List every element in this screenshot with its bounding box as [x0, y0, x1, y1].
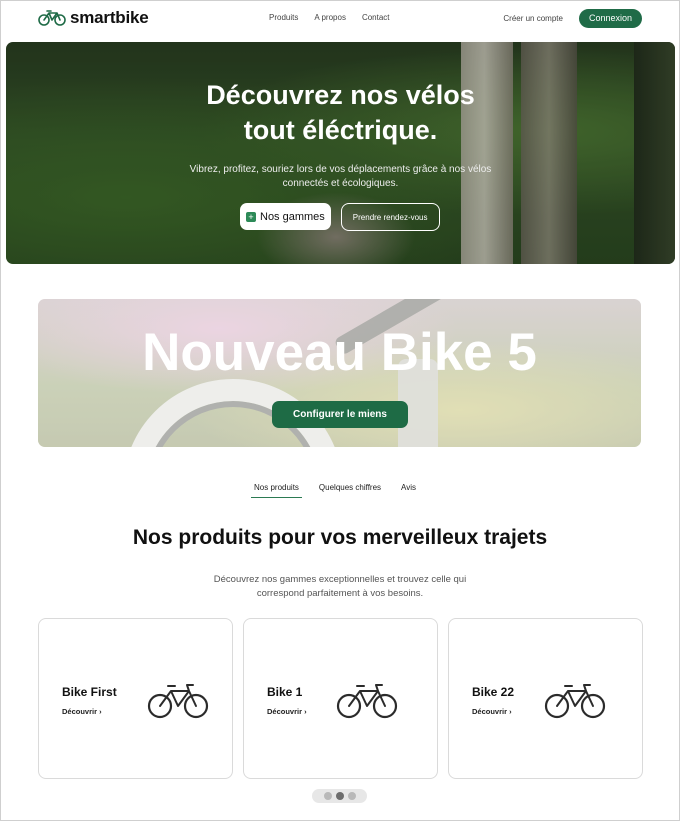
nav-link-a-propos[interactable]: A propos: [314, 13, 346, 22]
product-cards: Bike First Découvrir › Bike 1 Découvrir …: [38, 618, 643, 779]
carousel-dot-2[interactable]: [335, 792, 344, 800]
nav-link-produits[interactable]: Produits: [269, 13, 298, 22]
discover-link[interactable]: Découvrir ›: [472, 707, 512, 716]
hero-title: Découvrez nos vélos tout éléctrique.: [6, 78, 675, 148]
bicycle-icon: [336, 684, 398, 719]
carousel-dot-1[interactable]: [323, 792, 332, 800]
tab-quelques-chiffres[interactable]: Quelques chiffres: [316, 481, 384, 498]
brand-name: smartbike: [70, 8, 149, 27]
hero-banner: Découvrez nos vélos tout éléctrique. Vib…: [6, 42, 675, 264]
login-button[interactable]: Connexion: [578, 9, 642, 28]
chevron-right-icon: ›: [509, 707, 512, 716]
hero-subtitle: Vibrez, profitez, souriez lors de vos dé…: [189, 164, 492, 189]
product-card-bike-first[interactable]: Bike First Découvrir ›: [38, 618, 233, 779]
product-card-bike-22[interactable]: Bike 22 Découvrir ›: [448, 618, 643, 779]
products-section-title: Nos produits pour vos merveilleux trajet…: [132, 526, 548, 549]
bicycle-icon: [38, 10, 66, 26]
promo-banner: Nouveau Bike 5 Configurer le miens: [38, 299, 641, 447]
chevron-right-icon: ›: [99, 707, 102, 716]
nav-link-contact[interactable]: Contact: [362, 13, 390, 22]
hero-title-line-1: Découvrez nos vélos: [206, 80, 475, 110]
product-card-bike-1[interactable]: Bike 1 Découvrir ›: [243, 618, 438, 779]
product-name: Bike 22: [472, 685, 515, 699]
product-name: Bike First: [62, 685, 117, 699]
bicycle-icon: [544, 684, 606, 719]
nos-gammes-button[interactable]: + Nos gammes: [240, 203, 331, 230]
top-navbar: smartbike Produits A propos Contact Crée…: [0, 0, 680, 38]
bicycle-icon: [147, 684, 209, 719]
configure-button[interactable]: Configurer le miens: [272, 401, 408, 428]
discover-link[interactable]: Découvrir ›: [267, 707, 307, 716]
section-tabs: Nos produits Quelques chiffres Avis: [251, 481, 419, 498]
hero-title-line-2: tout éléctrique.: [243, 115, 438, 145]
hero-actions: + Nos gammes Prendre rendez-vous: [240, 203, 440, 231]
carousel-dot-3[interactable]: [347, 792, 356, 800]
book-appointment-button[interactable]: Prendre rendez-vous: [340, 203, 440, 231]
brand-logo[interactable]: smartbike: [38, 8, 149, 28]
create-account-link[interactable]: Créer un compte: [503, 14, 563, 23]
carousel-pagination: [312, 789, 367, 803]
products-section-subtitle: Découvrez nos gammes exceptionnelles et …: [213, 574, 467, 599]
discover-link[interactable]: Découvrir ›: [62, 707, 102, 716]
nos-gammes-label: Nos gammes: [260, 210, 325, 223]
chevron-right-icon: ›: [304, 707, 307, 716]
plus-icon: +: [246, 211, 256, 222]
nav-links: Produits A propos Contact: [269, 13, 390, 22]
product-name: Bike 1: [267, 685, 303, 699]
nav-actions: Créer un compte Connexion: [503, 9, 642, 28]
tab-avis[interactable]: Avis: [398, 481, 419, 498]
promo-title: Nouveau Bike 5: [142, 323, 537, 382]
tab-nos-produits[interactable]: Nos produits: [251, 481, 302, 498]
